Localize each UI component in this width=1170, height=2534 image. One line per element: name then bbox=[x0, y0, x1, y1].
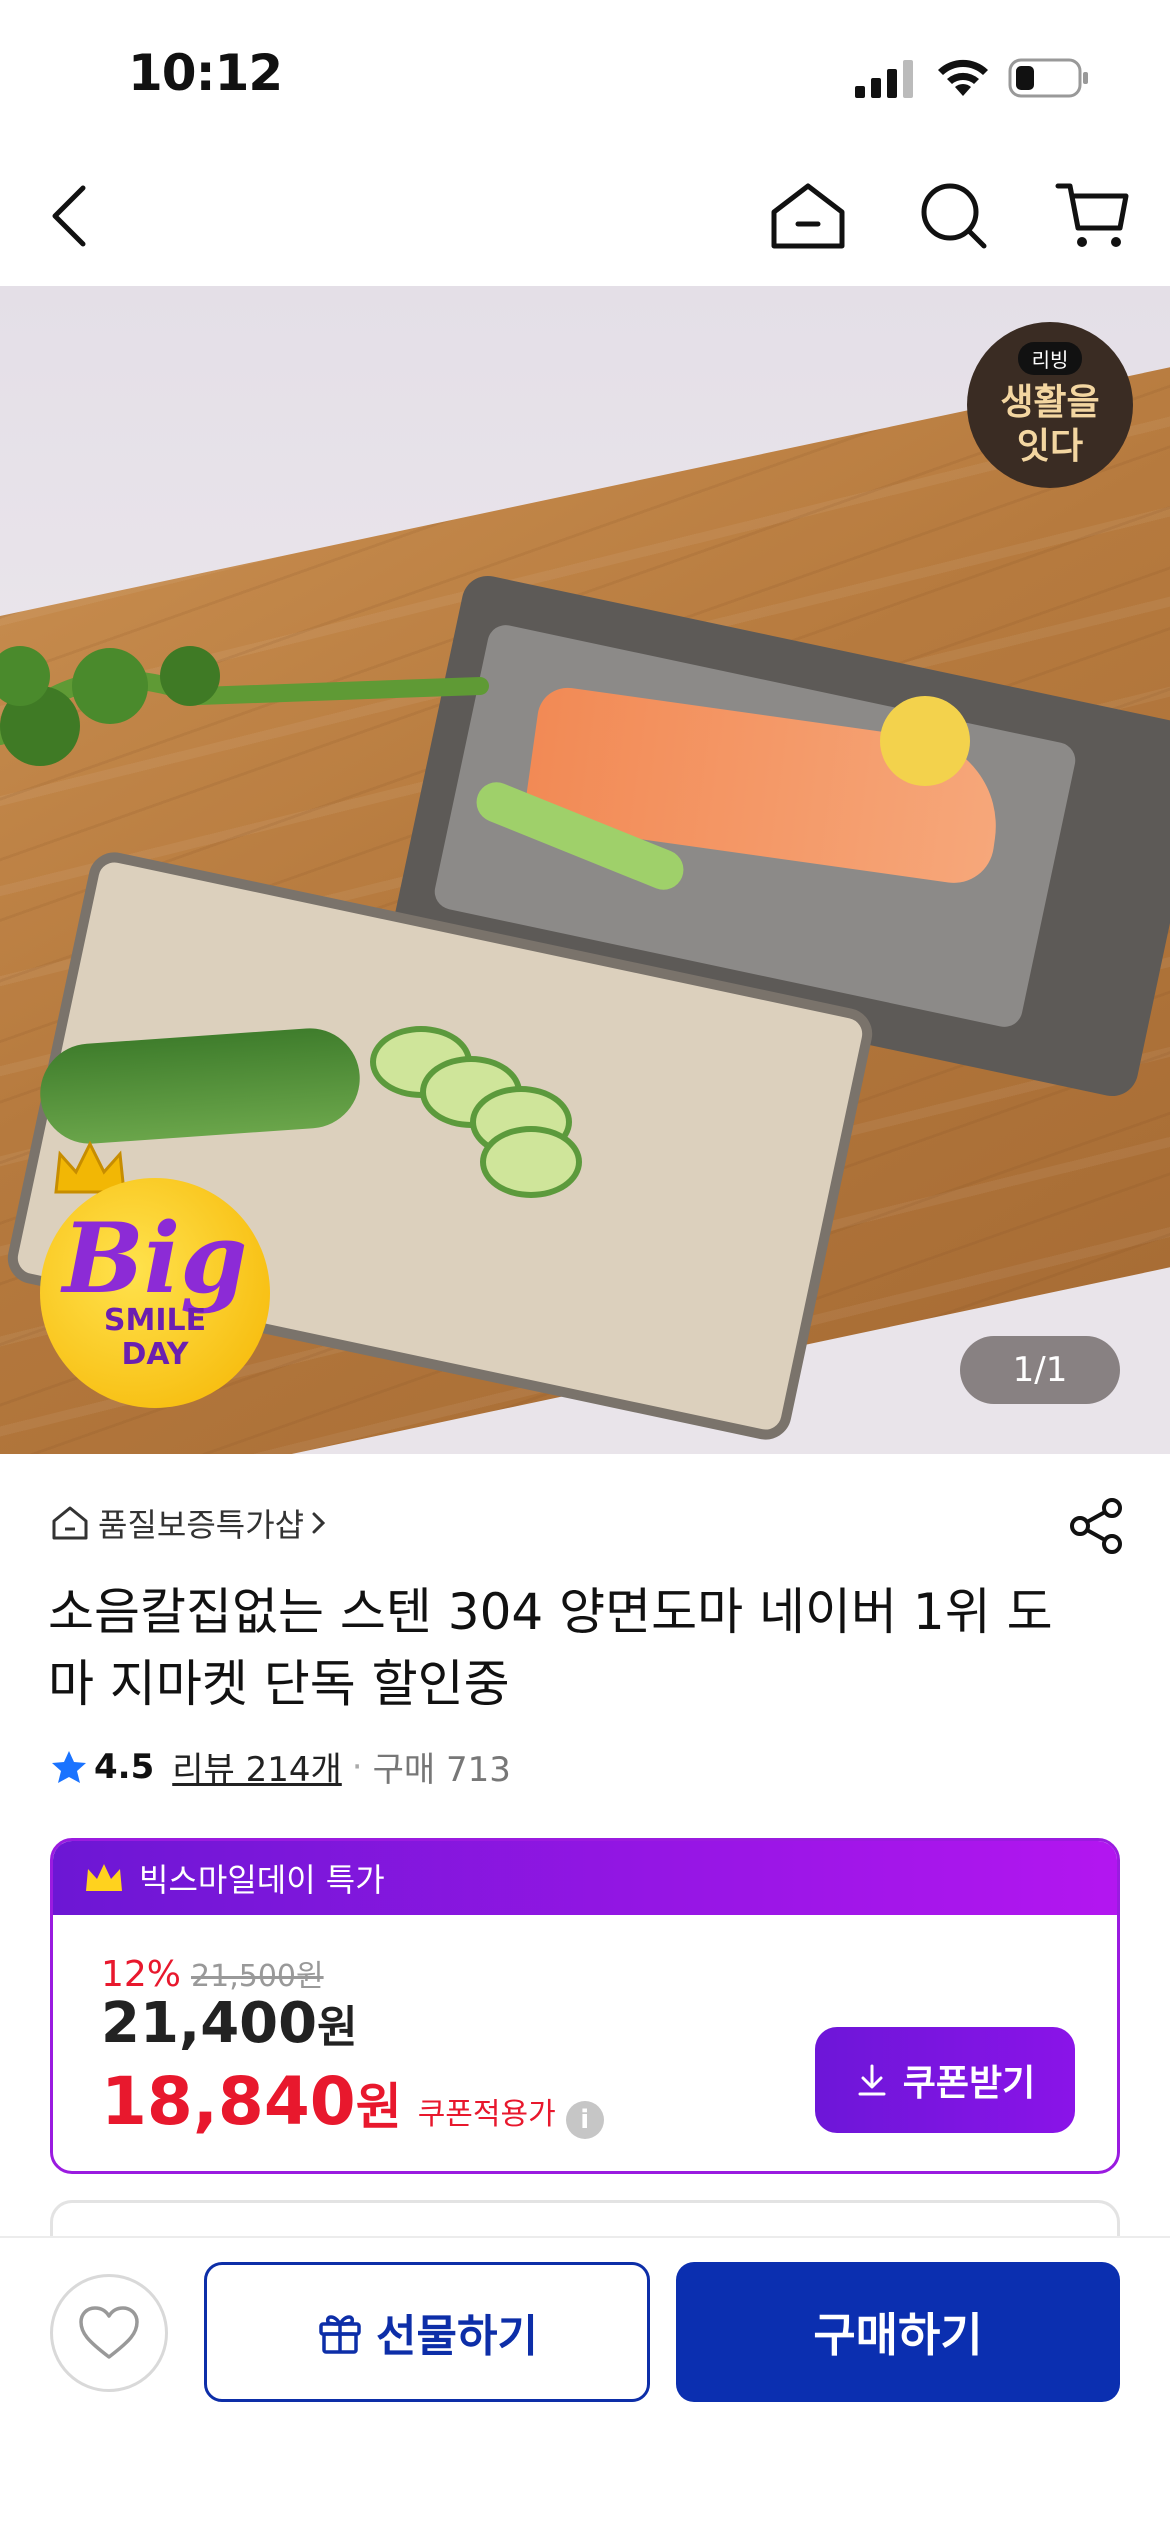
brand-badge-line2: 잇다 bbox=[1016, 425, 1084, 467]
separator-dot: · bbox=[351, 1746, 363, 1787]
rating-row: 4.5 리뷰 214개 · 구매 713 bbox=[50, 1742, 511, 1791]
sale-price: 21,400원 bbox=[101, 1991, 358, 2056]
deal-title: 빅스마일데이 특가 bbox=[139, 1861, 385, 1899]
rating-score: 4.5 bbox=[94, 1746, 155, 1787]
product-title: 소음칼집없는 스텐 304 양면도마 네이버 1위 도마 지마켓 단독 할인중 bbox=[48, 1583, 1053, 1713]
promo-badge-line2: DAY bbox=[121, 1337, 189, 1372]
chevron-left-icon bbox=[52, 185, 86, 247]
coupon-button-label: 쿠폰받기 bbox=[902, 2063, 1036, 2104]
store-name: 품질보증특가샵 bbox=[98, 1506, 305, 1544]
discount-percent: 12% bbox=[101, 1954, 182, 1995]
wishlist-button[interactable] bbox=[50, 2274, 168, 2392]
brand-badge-line1: 생활을 bbox=[1000, 381, 1100, 423]
deal-box: 빅스마일데이 특가 12% 21,500원 21,400원 18,840 원 쿠… bbox=[50, 1838, 1120, 2174]
signal-icon bbox=[855, 60, 913, 98]
chevron-right-icon bbox=[312, 1512, 326, 1534]
battery-icon bbox=[1008, 58, 1088, 98]
share-icon[interactable] bbox=[1066, 1496, 1126, 1556]
search-icon bbox=[921, 183, 987, 249]
gift-button-label: 선물하기 bbox=[376, 2311, 538, 2362]
status-time: 10:12 bbox=[128, 44, 283, 102]
review-count-link[interactable]: 리뷰 214개 bbox=[172, 1742, 342, 1791]
store-link[interactable]: 품질보증특가샵 bbox=[50, 1500, 338, 1546]
wifi-icon bbox=[938, 59, 988, 96]
info-icon[interactable]: i bbox=[565, 2101, 604, 2139]
purchase-count: 구매 713 bbox=[372, 1750, 511, 1790]
home-button[interactable] bbox=[768, 176, 848, 256]
star-icon bbox=[52, 1750, 86, 1783]
coupon-price-value: 18,840 bbox=[101, 2063, 356, 2140]
buy-button-label: 구매하기 bbox=[813, 2308, 983, 2362]
back-button[interactable] bbox=[30, 176, 110, 256]
search-button[interactable] bbox=[914, 176, 994, 256]
sale-price-unit: 원 bbox=[317, 2002, 358, 2053]
gift-button[interactable]: 선물하기 bbox=[204, 2262, 650, 2402]
heart-icon bbox=[79, 2306, 139, 2359]
deal-crown-icon bbox=[86, 1864, 122, 1891]
image-counter: 1/1 bbox=[960, 1336, 1120, 1404]
buy-button[interactable]: 구매하기 bbox=[676, 2262, 1120, 2402]
promo-badge-big: Big bbox=[62, 1202, 248, 1315]
coupon-price-label: 쿠폰적용가 bbox=[417, 2097, 556, 2132]
gift-icon bbox=[319, 2315, 361, 2354]
cart-icon bbox=[1055, 183, 1129, 247]
store-home-icon bbox=[52, 1506, 88, 1540]
home-icon bbox=[771, 183, 845, 249]
brand-badge: 리빙 생활을 잇다 bbox=[967, 322, 1133, 488]
coupon-price: 18,840 원 쿠폰적용가 i bbox=[101, 2063, 604, 2140]
brand-badge-top: 리빙 bbox=[1017, 341, 1083, 375]
original-price: 21,500원 bbox=[191, 1959, 324, 1994]
coupon-price-unit: 원 bbox=[355, 2078, 402, 2136]
promo-badge-line1: SMILE bbox=[103, 1303, 207, 1338]
deal-header: 빅스마일데이 특가 bbox=[53, 1841, 1117, 1915]
cart-button[interactable] bbox=[1052, 176, 1132, 256]
coupon-download-button[interactable]: 쿠폰받기 bbox=[815, 2027, 1075, 2133]
sale-price-value: 21,400 bbox=[101, 1991, 318, 2056]
big-smile-day-badge: Big SMILE DAY bbox=[40, 1178, 270, 1408]
download-icon bbox=[858, 2064, 886, 2096]
